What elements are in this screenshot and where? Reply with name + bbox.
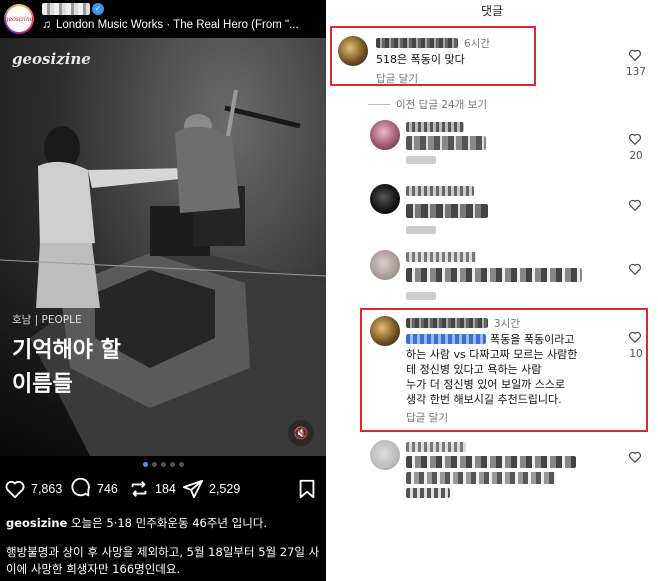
post-photo[interactable]: geosizine 호남 | PEOPLE 기억해야 할 이름들 🔇 — [0, 38, 326, 456]
heart-icon — [5, 480, 25, 499]
send-icon — [182, 479, 204, 499]
share-count: 2,529 — [209, 482, 241, 496]
blurred-comment-text — [406, 204, 488, 218]
comment-text: 폭동을 폭동이라고 하는 사람 vs 다짜고짜 모르는 사람한테 정신병 있다고… — [406, 333, 578, 406]
caption-text: 오늘은 5·18 민주화운동 46주년 입니다. — [67, 516, 268, 530]
comment-heart-icon[interactable] — [628, 450, 642, 464]
comment-heart-icon[interactable] — [628, 330, 642, 344]
post-header: geosizine ✓ ♫ London Music Works · The Re… — [0, 0, 326, 38]
comment-heart-icon[interactable] — [628, 262, 642, 276]
reply-button[interactable]: 답글 달기 — [376, 71, 418, 86]
blurred-reply-link — [406, 292, 436, 300]
blurred-comment-text — [406, 472, 556, 484]
save-button[interactable] — [296, 478, 318, 500]
photo-logo: geosizine — [12, 50, 91, 68]
comment-avatar[interactable] — [370, 250, 400, 280]
comment-avatar[interactable] — [370, 440, 400, 470]
carousel-dot — [160, 462, 166, 467]
comment-avatar[interactable] — [370, 316, 400, 346]
comment-username-blurred[interactable] — [406, 122, 464, 132]
post-actions: 7,863 746 184 2,529 — [0, 478, 326, 508]
account-avatar[interactable]: geosizine — [4, 4, 34, 34]
carousel-dots — [0, 462, 326, 467]
comment-like-count: 10 — [629, 348, 643, 360]
blurred-reply-link — [406, 226, 436, 234]
blurred-comment-text — [406, 268, 582, 282]
view-previous-replies[interactable]: 이전 답글 24개 보기 — [368, 97, 487, 112]
comments-title: 댓글 — [480, 4, 504, 18]
comment-avatar[interactable] — [370, 120, 400, 150]
account-username-blurred[interactable] — [42, 3, 90, 15]
blurred-comment-text — [406, 136, 486, 150]
comments-panel: 댓글 6시간 518은 폭동이 맞다 답글 달기 137 이전 답글 24개 보… — [326, 0, 658, 581]
comment-time: 6시간 — [464, 38, 491, 50]
blurred-comment-text — [406, 488, 450, 498]
comment-count: 746 — [97, 482, 118, 496]
photo-headline-line2: 이름들 — [12, 372, 73, 397]
account-avatar-logo: geosizine — [5, 6, 33, 32]
comment-username-blurred[interactable] — [406, 442, 466, 452]
like-count: 7,863 — [31, 482, 63, 496]
comment-avatar[interactable] — [370, 184, 400, 214]
comment-text: 518은 폭동이 맞다 — [376, 53, 465, 66]
comment-username-blurred[interactable] — [406, 186, 474, 196]
carousel-dot — [178, 462, 184, 467]
comment-username-blurred[interactable] — [406, 318, 488, 328]
repost-count: 184 — [155, 482, 176, 496]
comment-button[interactable]: 746 — [70, 478, 118, 500]
carousel-dot-active — [142, 462, 148, 467]
comment-like-count: 137 — [625, 66, 647, 78]
bookmark-icon — [299, 479, 315, 499]
comment-heart-icon[interactable] — [628, 48, 642, 62]
comment-heart-icon[interactable] — [628, 132, 642, 146]
music-track-label: London Music Works · The Real Hero (From… — [56, 19, 299, 31]
share-button[interactable]: 2,529 — [182, 478, 240, 500]
comment-heart-icon[interactable] — [628, 198, 642, 212]
view-previous-label: 이전 답글 24개 보기 — [396, 99, 487, 111]
verified-badge-icon: ✓ — [92, 3, 104, 15]
comment-username-blurred[interactable] — [406, 252, 476, 262]
comment-like-count: 20 — [629, 150, 643, 162]
photo-category: 호남 | PEOPLE — [12, 314, 82, 326]
like-button[interactable]: 7,863 — [4, 478, 62, 500]
carousel-dot — [169, 462, 175, 467]
carousel-dot — [151, 462, 157, 467]
blurred-comment-text — [406, 456, 576, 468]
music-track[interactable]: ♫ London Music Works · The Real Hero (Fro… — [42, 17, 299, 31]
comment-time: 3시간 — [494, 318, 521, 330]
photo-headline-line1: 기억해야 할 — [12, 338, 121, 363]
comment-icon — [71, 478, 90, 497]
reply-button[interactable]: 답글 달기 — [406, 410, 448, 425]
divider — [368, 104, 390, 105]
post-panel: geosizine ✓ ♫ London Music Works · The Re… — [0, 0, 326, 581]
post-caption: geosizine 오늘은 5·18 민주화운동 46주년 입니다. — [6, 514, 322, 532]
music-note-icon: ♫ — [42, 17, 51, 31]
repost-button[interactable]: 184 — [128, 478, 176, 500]
post-caption-more: 행방불명과 상이 후 사망을 제외하고, 5월 18일부터 5월 27일 사이에… — [6, 545, 320, 576]
mute-icon[interactable]: 🔇 — [288, 420, 314, 446]
comment-avatar[interactable] — [338, 36, 368, 66]
blurred-reply-link — [406, 156, 436, 164]
comment-username-blurred[interactable] — [376, 38, 458, 48]
caption-username[interactable]: geosizine — [6, 516, 67, 530]
repost-icon — [131, 481, 147, 497]
